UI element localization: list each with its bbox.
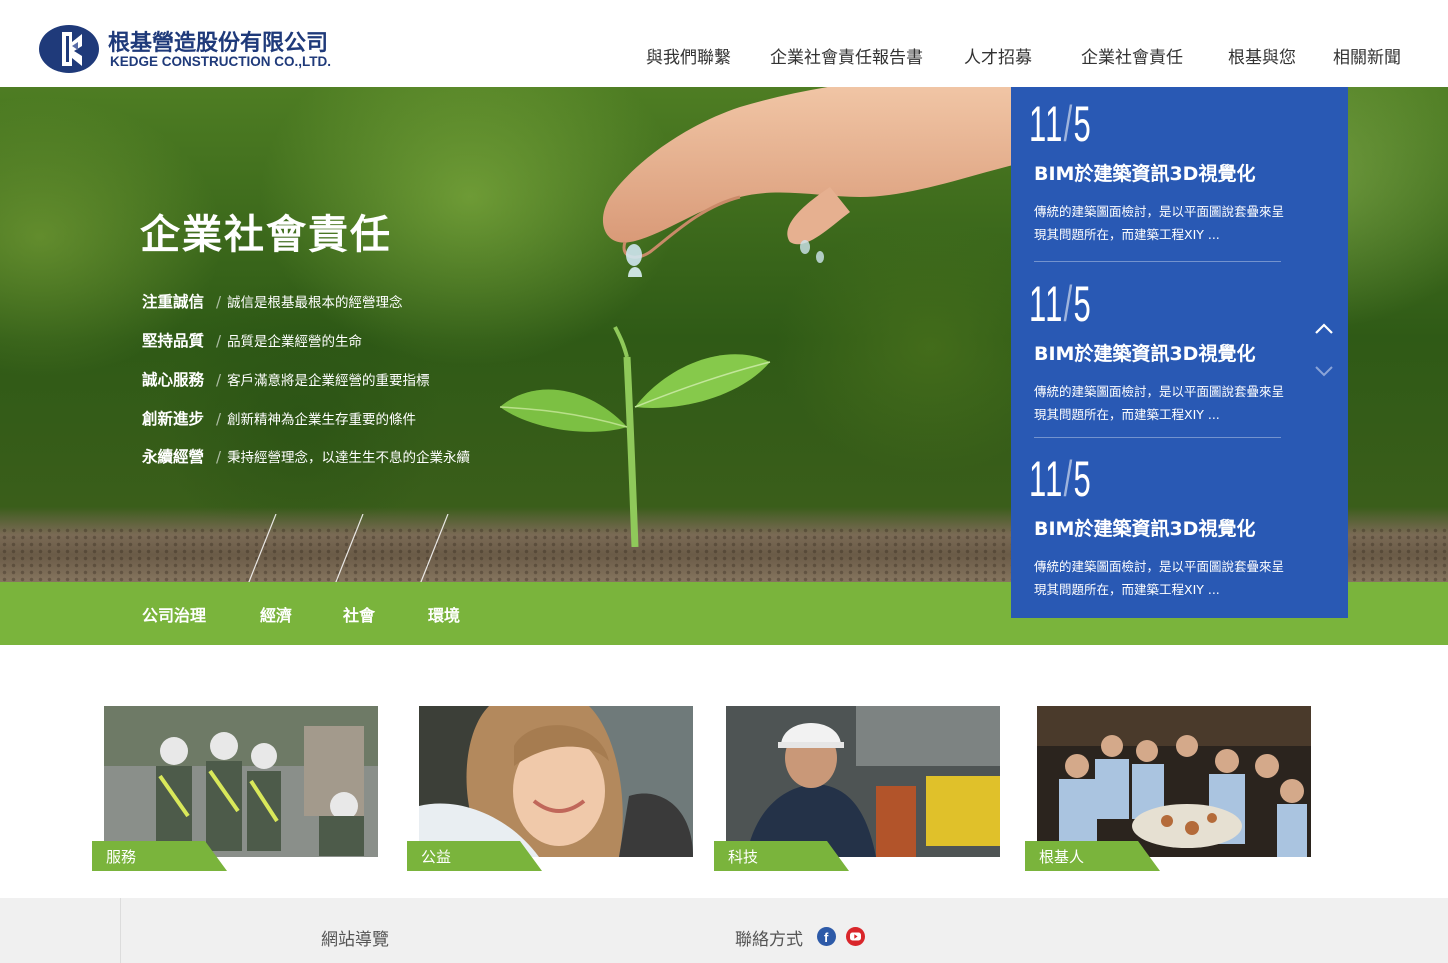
team-dinner-photo xyxy=(1037,706,1311,857)
chevron-down-icon[interactable] xyxy=(1313,364,1335,378)
tab-society[interactable]: 社會 xyxy=(343,602,375,626)
value-key: 堅持品質 xyxy=(142,332,205,350)
site-footer: 網站導覽 聯絡方式 xyxy=(0,898,1448,963)
facebook-icon[interactable]: f xyxy=(817,927,836,946)
card-label: 公益 xyxy=(407,841,542,871)
value-text: 創新精神為企業生存重要的條件 xyxy=(227,412,417,428)
value-separator: / xyxy=(216,371,222,389)
value-text: 秉持經營理念，以達生生不息的企業永續 xyxy=(227,450,471,466)
card-label: 根基人 xyxy=(1025,841,1160,871)
news-item[interactable]: 11/5 BIM於建築資訊3D視覺化 傳統的建築圖面檢討，是以平面圖說套疊來呈現… xyxy=(1011,267,1348,442)
value-key: 誠心服務 xyxy=(142,371,205,389)
svg-text:f: f xyxy=(824,930,829,945)
news-date: 11/5 xyxy=(1029,96,1093,152)
tab-environment[interactable]: 環境 xyxy=(428,602,460,626)
news-title: BIM於建築資訊3D視覺化 xyxy=(1034,343,1256,365)
footer-divider xyxy=(120,898,121,963)
chevron-up-icon[interactable] xyxy=(1313,321,1335,335)
card-service[interactable]: 服務 xyxy=(92,706,378,871)
smiling-woman-photo xyxy=(419,706,693,857)
news-item[interactable]: 11/5 BIM於建築資訊3D視覺化 傳統的建築圖面檢討，是以平面圖說套疊來呈現… xyxy=(1011,442,1348,617)
news-title: BIM於建築資訊3D視覺化 xyxy=(1034,163,1256,185)
nav-item-contact[interactable]: 與我們聯繫 xyxy=(646,43,731,68)
footer-contact-label: 聯絡方式 xyxy=(735,930,803,950)
value-row: 永續經營 / 秉持經營理念，以達生生不息的企業永續 xyxy=(142,445,470,467)
news-description: 傳統的建築圖面檢討，是以平面圖說套疊來呈現其問題所在，而建築工程XIY ... xyxy=(1034,559,1285,597)
news-item[interactable]: 11/5 BIM於建築資訊3D視覺化 傳統的建築圖面檢討，是以平面圖說套疊來呈現… xyxy=(1011,87,1348,262)
news-date: 11/5 xyxy=(1029,451,1093,507)
news-description: 傳統的建築圖面檢討，是以平面圖說套疊來呈現其問題所在，而建築工程XIY ... xyxy=(1034,384,1285,422)
card-label: 服務 xyxy=(92,841,227,871)
value-text: 客戶滿意將是企業經營的重要指標 xyxy=(227,373,430,389)
main-nav: 與我們聯繫 企業社會責任報告書 人才招募 企業社會責任 根基與您 相關新聞 xyxy=(0,43,1448,68)
nav-item-kedge-and-you[interactable]: 根基與您 xyxy=(1228,43,1296,68)
tab-governance[interactable]: 公司治理 xyxy=(142,602,206,626)
card-label: 科技 xyxy=(714,841,849,871)
value-text: 誠信是根基最根本的經營理念 xyxy=(227,295,403,311)
card-kedge-people[interactable]: 根基人 xyxy=(1025,706,1311,871)
news-date: 11/5 xyxy=(1029,276,1093,332)
value-key: 永續經營 xyxy=(142,448,205,466)
youtube-icon[interactable] xyxy=(846,927,865,946)
workers-in-vests-photo xyxy=(104,706,378,857)
news-description: 傳統的建築圖面檢討，是以平面圖說套疊來呈現其問題所在，而建築工程XIY ... xyxy=(1034,204,1285,242)
value-row: 堅持品質 / 品質是企業經營的生命 xyxy=(142,329,362,351)
engineer-hardhat-photo xyxy=(726,706,1000,857)
tab-economy[interactable]: 經濟 xyxy=(260,602,292,626)
nav-item-csr-report[interactable]: 企業社會責任報告書 xyxy=(770,43,923,68)
value-separator: / xyxy=(216,332,222,350)
card-charity[interactable]: 公益 xyxy=(407,706,693,871)
news-divider xyxy=(1034,437,1281,438)
value-key: 創新進步 xyxy=(142,410,205,428)
footer-sitemap-link[interactable]: 網站導覽 xyxy=(321,925,389,950)
hero-title: 企業社會責任 xyxy=(140,212,392,258)
value-separator: / xyxy=(216,448,222,466)
news-divider xyxy=(1034,261,1281,262)
value-row: 誠心服務 / 客戶滿意將是企業經營的重要指標 xyxy=(142,368,430,390)
value-text: 品質是企業經營的生命 xyxy=(227,334,363,350)
value-row: 注重誠信 / 誠信是根基最根本的經營理念 xyxy=(142,290,403,312)
nav-item-careers[interactable]: 人才招募 xyxy=(964,43,1032,68)
nav-item-csr[interactable]: 企業社會責任 xyxy=(1081,43,1183,68)
hand-illustration xyxy=(602,87,1050,277)
page: 根基營造股份有限公司 KEDGE CONSTRUCTION CO.,LTD. 與… xyxy=(0,0,1448,963)
value-row: 創新進步 / 創新精神為企業生存重要的條件 xyxy=(142,407,416,429)
news-title: BIM於建築資訊3D視覺化 xyxy=(1034,518,1256,540)
value-separator: / xyxy=(216,410,222,428)
value-separator: / xyxy=(216,293,222,311)
card-technology[interactable]: 科技 xyxy=(714,706,1000,871)
nav-item-news[interactable]: 相關新聞 xyxy=(1333,43,1401,68)
site-header: 根基營造股份有限公司 KEDGE CONSTRUCTION CO.,LTD. 與… xyxy=(0,0,1448,87)
value-key: 注重誠信 xyxy=(142,293,205,311)
seedling-illustration xyxy=(499,326,771,547)
news-panel: 11/5 BIM於建築資訊3D視覺化 傳統的建築圖面檢討，是以平面圖說套疊來呈現… xyxy=(1011,87,1348,618)
